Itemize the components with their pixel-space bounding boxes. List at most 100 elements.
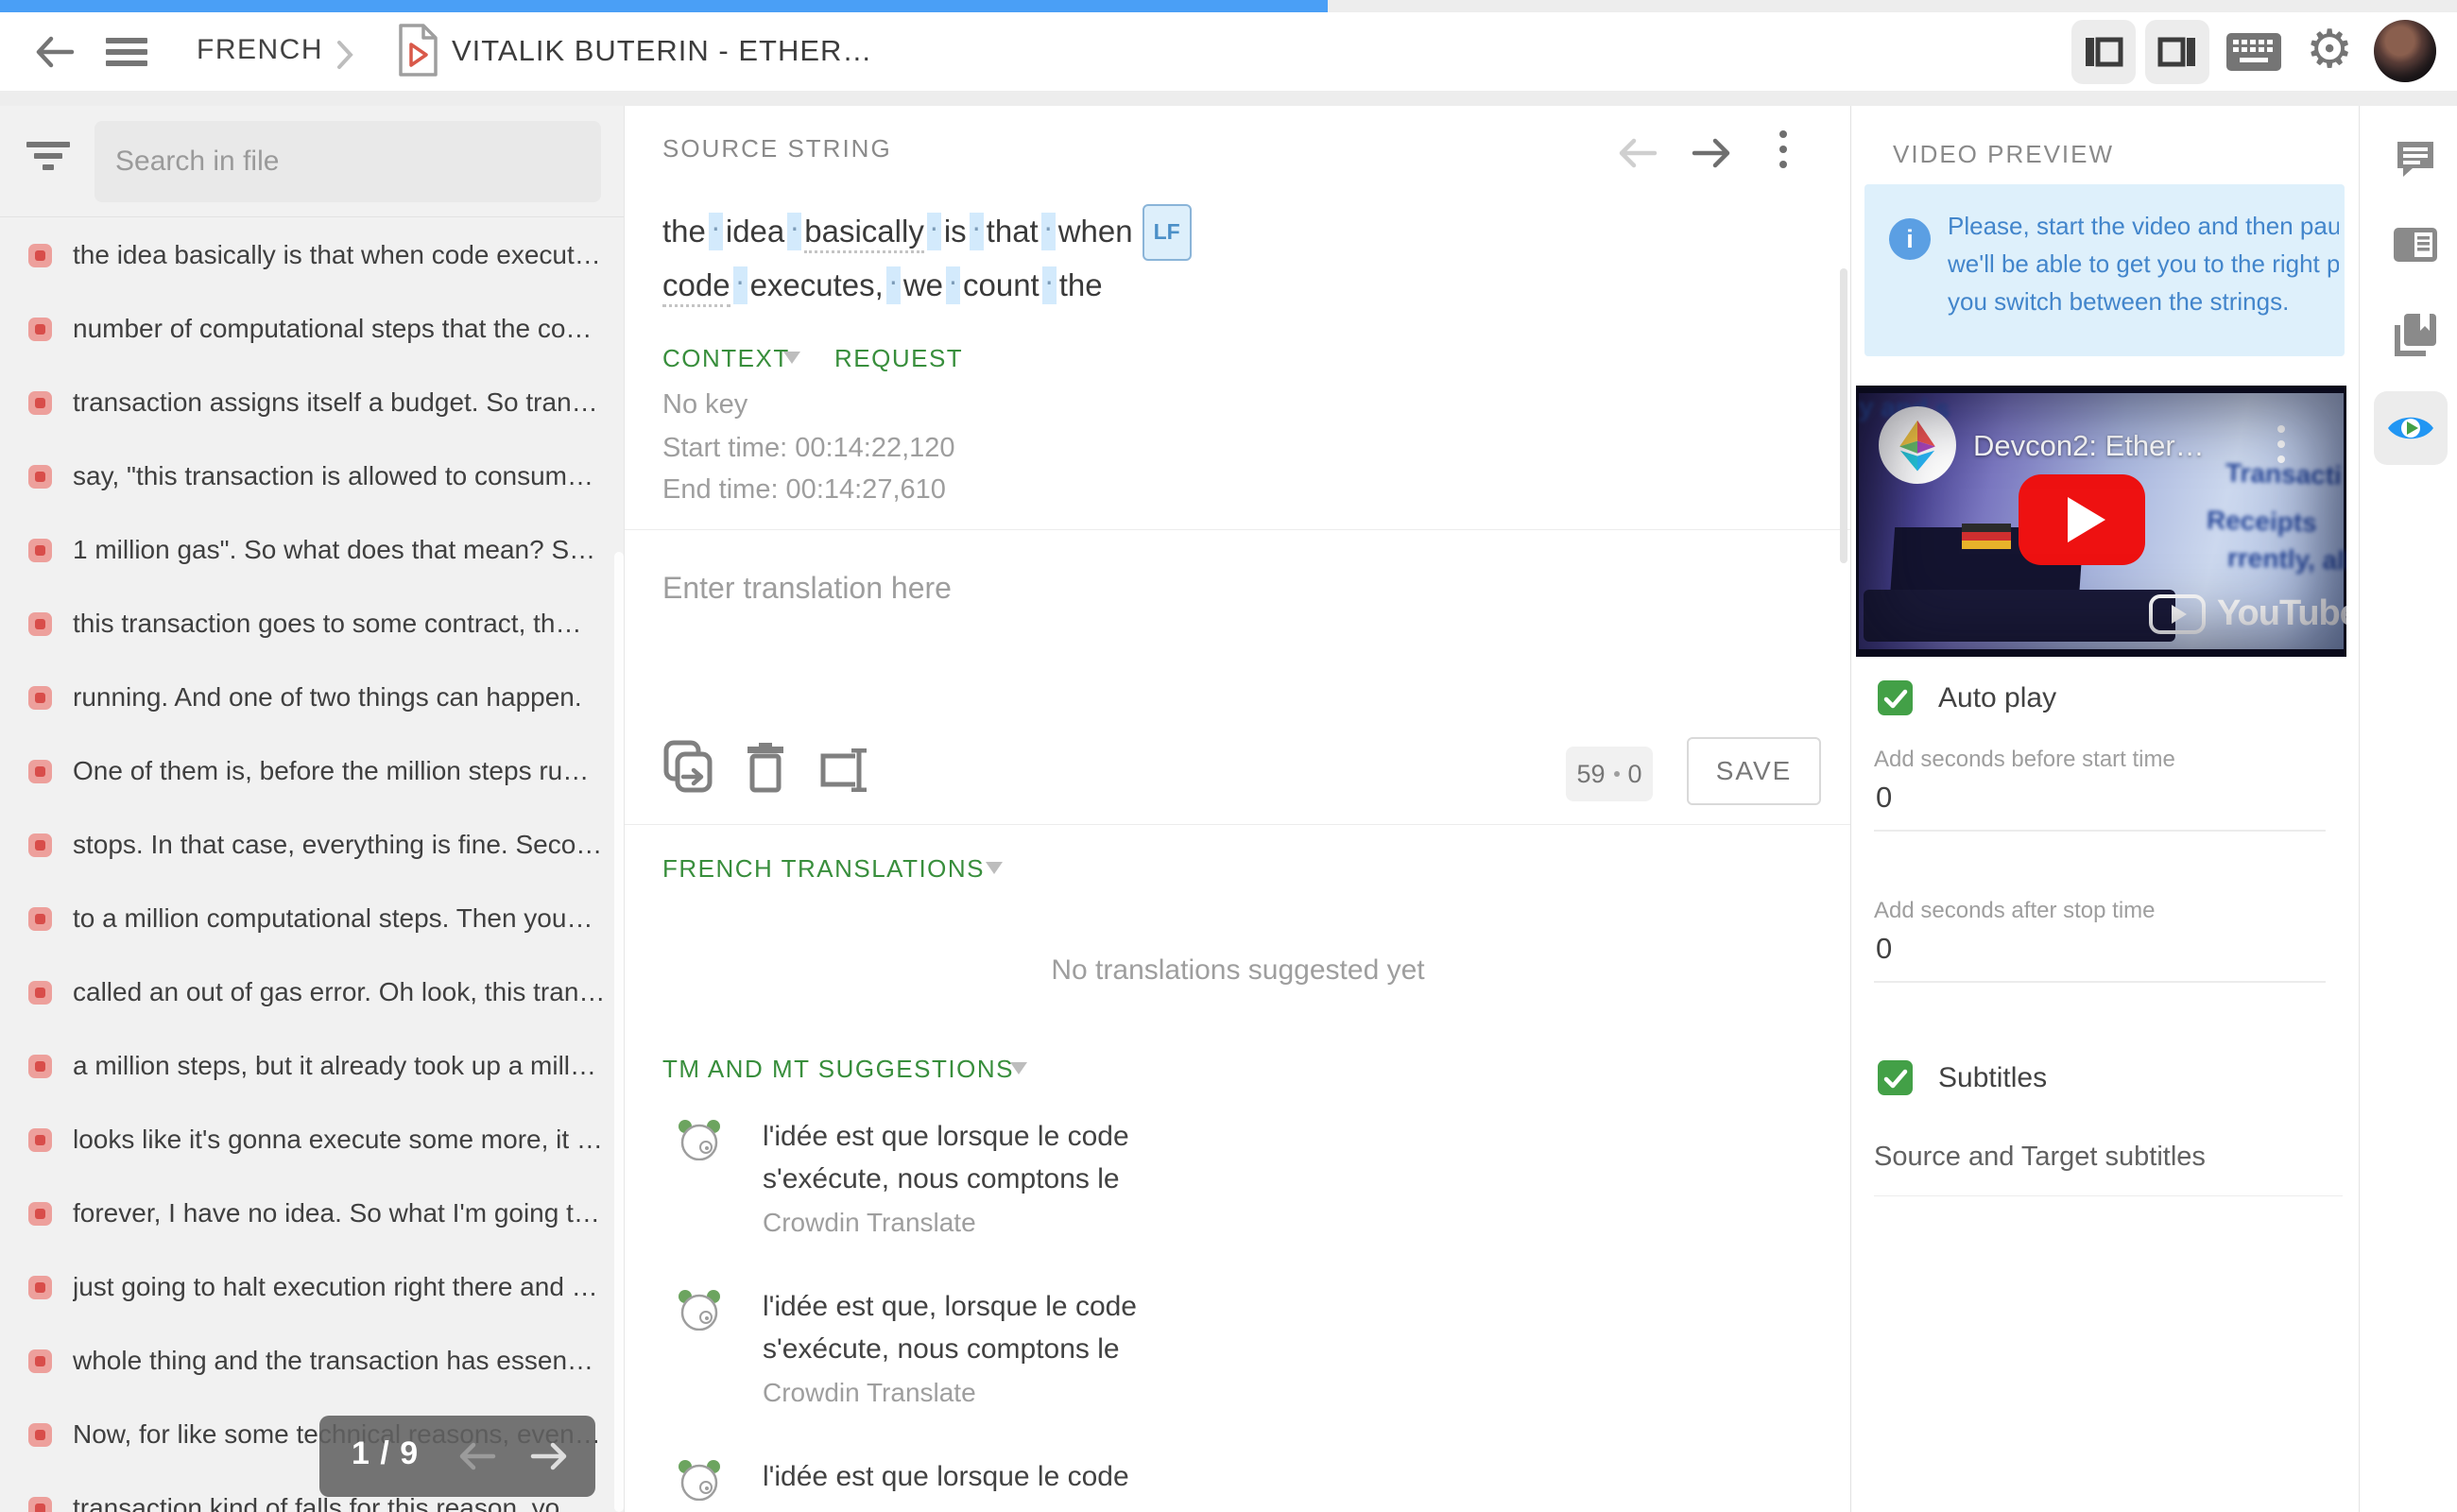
info-banner: i Please, start the video and then pause… bbox=[1864, 184, 2345, 356]
crowdin-translate-icon bbox=[679, 1120, 720, 1160]
context-info-icon[interactable] bbox=[2393, 227, 2438, 263]
context-dropdown[interactable]: CONTEXT bbox=[662, 344, 790, 373]
thumbnail-screen-text: rrently, all bbox=[2226, 542, 2346, 576]
save-button[interactable]: SAVE bbox=[1687, 737, 1821, 805]
ethereum-logo bbox=[1879, 406, 1956, 484]
layout-left-panel-toggle[interactable] bbox=[2071, 20, 2136, 84]
divider bbox=[625, 529, 1851, 530]
string-list-item[interactable]: a million steps, but it already took up … bbox=[0, 1029, 624, 1103]
tm-suggestion[interactable]: l'idée est que lorsque le code s'exécute… bbox=[678, 1115, 1812, 1238]
translation-input[interactable] bbox=[662, 571, 1806, 722]
before-start-input[interactable] bbox=[1874, 781, 2326, 832]
search-input[interactable] bbox=[94, 121, 601, 202]
sidebar-scrollbar[interactable] bbox=[614, 552, 624, 1512]
clear-formatting-icon[interactable] bbox=[817, 748, 870, 792]
untranslated-status-icon bbox=[28, 1127, 52, 1152]
progress-bar-track bbox=[1328, 0, 2457, 12]
string-list-item[interactable]: looks like it's gonna execute some more,… bbox=[0, 1103, 624, 1177]
prev-page-icon[interactable] bbox=[457, 1437, 497, 1475]
editor-scrollbar[interactable] bbox=[1840, 268, 1847, 563]
string-list-item[interactable]: this transaction goes to some contract, … bbox=[0, 587, 624, 661]
translations-section-header[interactable]: FRENCH TRANSLATIONS bbox=[662, 854, 985, 884]
string-list-item-text: a million steps, but it already took up … bbox=[73, 1051, 597, 1080]
source-word: code bbox=[662, 267, 730, 307]
string-list-item-text: looks like it's gonna execute some more,… bbox=[73, 1125, 602, 1154]
string-list-item[interactable]: running. And one of two things can happe… bbox=[0, 661, 624, 734]
youtube-play-button[interactable] bbox=[2019, 474, 2145, 565]
video-preview-panel: VIDEO PREVIEW i Please, start the video … bbox=[1850, 106, 2358, 1512]
string-list-item[interactable]: to a million computational steps. Then y… bbox=[0, 882, 624, 955]
string-list-item-text: whole thing and the transaction has esse… bbox=[73, 1346, 594, 1375]
string-list-item[interactable]: just going to halt execution right there… bbox=[0, 1250, 624, 1324]
string-list-item[interactable]: transaction assigns itself a budget. So … bbox=[0, 366, 624, 439]
keyboard-shortcuts-icon[interactable] bbox=[2226, 33, 2281, 71]
preview-eye-button[interactable] bbox=[2374, 391, 2448, 465]
info-banner-line: you switch between the strings. bbox=[1948, 287, 2290, 316]
copy-source-icon[interactable] bbox=[662, 739, 715, 794]
divider bbox=[1874, 1195, 2343, 1196]
progress-bar bbox=[0, 0, 1328, 12]
string-list-item[interactable]: called an out of gas error. Oh look, thi… bbox=[0, 955, 624, 1029]
suggestion-body: l'idée est que lorsque le code bbox=[763, 1455, 1226, 1505]
video-menu-icon[interactable] bbox=[2277, 425, 2285, 471]
string-list-item[interactable]: whole thing and the transaction has esse… bbox=[0, 1324, 624, 1398]
tm-suggestion[interactable]: l'idée est que lorsque le code bbox=[678, 1455, 1812, 1505]
back-arrow-icon[interactable] bbox=[34, 31, 76, 73]
string-list-item[interactable]: the idea basically is that when code exe… bbox=[0, 218, 624, 292]
autoplay-checkbox[interactable] bbox=[1878, 680, 1913, 715]
delete-translation-icon[interactable] bbox=[744, 743, 787, 794]
string-list-item-text: running. And one of two things can happe… bbox=[73, 682, 582, 712]
string-list-item-text: just going to halt execution right there… bbox=[73, 1272, 598, 1301]
space-marker bbox=[926, 213, 941, 250]
source-word: count bbox=[963, 267, 1040, 302]
string-list-item[interactable]: say, "this transaction is allowed to con… bbox=[0, 439, 624, 513]
source-word: basically bbox=[804, 214, 924, 253]
settings-gear-icon[interactable]: ⚙ bbox=[2306, 16, 2353, 84]
filter-icon[interactable] bbox=[26, 142, 70, 180]
hamburger-menu-icon[interactable] bbox=[106, 38, 147, 66]
glossary-icon[interactable] bbox=[2392, 312, 2437, 359]
after-stop-input[interactable] bbox=[1874, 932, 2326, 983]
layout-right-panel-toggle[interactable] bbox=[2145, 20, 2209, 84]
video-title[interactable]: Devcon2: Ether… bbox=[1973, 429, 2205, 463]
next-string-icon[interactable] bbox=[1691, 132, 1734, 174]
string-list-item[interactable]: 1 million gas". So what does that mean? … bbox=[0, 513, 624, 587]
crowdin-editor-screen: FRENCH VITALIK BUTERIN - ETHER… ⚙ Search… bbox=[0, 0, 2457, 1512]
subtitles-checkbox[interactable] bbox=[1878, 1060, 1913, 1095]
youtube-logo[interactable]: YouTube bbox=[2149, 593, 2346, 634]
string-list-item[interactable]: stops. In that case, everything is fine.… bbox=[0, 808, 624, 882]
user-avatar[interactable] bbox=[2374, 20, 2436, 82]
suggestion-provider: Crowdin Translate bbox=[763, 1378, 976, 1407]
no-translations-message: No translations suggested yet bbox=[1051, 954, 1425, 986]
char-counter: 59 0 bbox=[1566, 747, 1653, 801]
after-stop-label: Add seconds after stop time bbox=[1874, 898, 2156, 923]
string-list-item[interactable]: forever, I have no idea. So what I'm goi… bbox=[0, 1177, 624, 1250]
untranslated-status-icon bbox=[28, 243, 52, 267]
tm-section-header[interactable]: TM AND MT SUGGESTIONS bbox=[662, 1055, 1014, 1084]
untranslated-status-icon bbox=[28, 611, 52, 636]
crowdin-translate-icon bbox=[679, 1460, 720, 1501]
source-word: that bbox=[986, 214, 1039, 249]
subtitles-mode-select[interactable]: Source and Target subtitles bbox=[1874, 1142, 2206, 1173]
suggestion-text: l'idée est que lorsque le code bbox=[763, 1461, 1129, 1492]
breadcrumb-project[interactable]: FRENCH bbox=[197, 34, 323, 66]
string-menu-icon[interactable] bbox=[1779, 130, 1787, 176]
string-list-item-text: stops. In that case, everything is fine.… bbox=[73, 830, 602, 859]
youtube-player[interactable]: TransactiReceiptsrrently, ally and s Dev… bbox=[1856, 386, 2346, 657]
tm-suggestion[interactable]: l'idée est que, lorsque le code s'exécut… bbox=[678, 1285, 1812, 1408]
source-word: the bbox=[1058, 267, 1103, 302]
comments-icon[interactable] bbox=[2394, 138, 2437, 180]
file-title: VITALIK BUTERIN - ETHER… bbox=[452, 34, 873, 67]
request-context-link[interactable]: REQUEST bbox=[834, 344, 963, 373]
info-banner-text: Please, start the video and then pause i… bbox=[1948, 207, 2339, 320]
next-page-icon[interactable] bbox=[529, 1437, 569, 1475]
string-list-item[interactable]: One of them is, before the million steps… bbox=[0, 734, 624, 808]
previous-string-icon[interactable] bbox=[1615, 132, 1658, 174]
page-navigator: 1 / 9 bbox=[319, 1416, 595, 1497]
thumbnail-screen-text: Receipts bbox=[2206, 505, 2318, 538]
word-count: 59 bbox=[1576, 759, 1606, 788]
untranslated-status-icon bbox=[28, 1496, 52, 1512]
space-marker bbox=[969, 213, 984, 250]
string-list-item-text: 1 million gas". So what does that mean? … bbox=[73, 535, 596, 564]
string-list-item[interactable]: number of computational steps that the c… bbox=[0, 292, 624, 366]
